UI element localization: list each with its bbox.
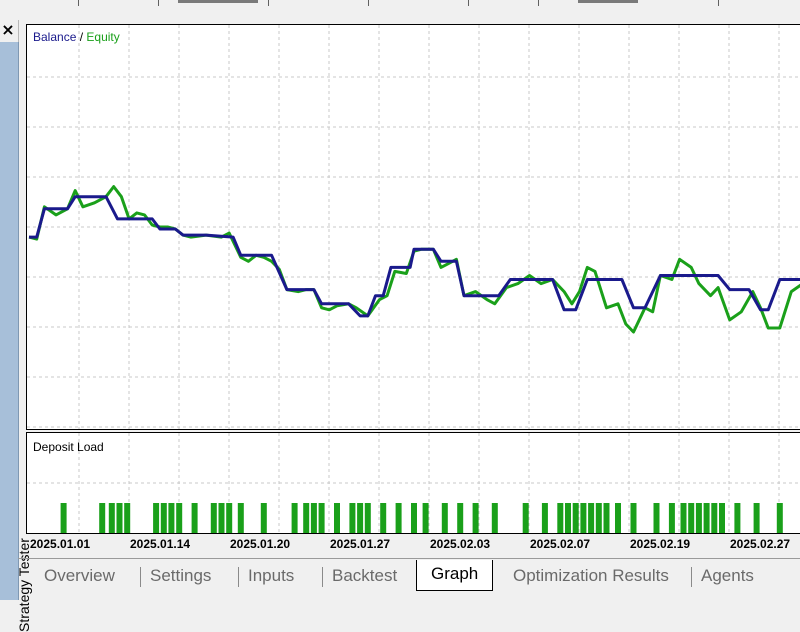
deposit-load-bar: [303, 503, 310, 533]
deposit-load-bar: [441, 503, 448, 533]
tab-optimization-results[interactable]: Optimization Results: [513, 563, 669, 589]
chart-legend: Balance / Equity: [33, 30, 120, 44]
x-tick-label: 2025.02.07: [530, 537, 591, 551]
deposit-load-bar: [237, 503, 244, 533]
tab-backtest[interactable]: Backtest: [332, 563, 397, 589]
deposit-load-bar: [541, 503, 548, 533]
deposit-load-bar: [334, 503, 340, 533]
deposit-load-bar: [630, 503, 637, 533]
tab-settings[interactable]: Settings: [150, 563, 211, 589]
x-tick-label: 2025.01.20: [230, 537, 291, 551]
x-tick-label: 2025.01.14: [130, 537, 191, 551]
x-tick-label: 2025.01.27: [330, 537, 391, 551]
tab-overview[interactable]: Overview: [44, 563, 115, 589]
top-tick: [718, 0, 719, 6]
deposit-load-bar: [116, 503, 123, 533]
tab-graph[interactable]: Graph: [416, 560, 494, 591]
tab-agents[interactable]: Agents: [701, 563, 754, 589]
deposit-load-bar: [711, 503, 718, 533]
deposit-load-bar: [588, 503, 595, 533]
deposit-load-bar: [349, 503, 356, 533]
top-decor-segment: [578, 0, 638, 3]
tab-separator: [691, 567, 692, 587]
deposit-load-bar: [680, 503, 687, 533]
top-tick: [368, 0, 369, 6]
deposit-load-bar: [318, 503, 325, 533]
deposit-load-bar: [153, 503, 160, 533]
deposit-load-bar: [60, 503, 67, 533]
tab-separator: [322, 567, 323, 587]
deposit-load-bar: [226, 503, 233, 533]
x-tick-label: 2025.02.19: [630, 537, 691, 551]
top-tick: [158, 0, 159, 6]
deposit-load-bar: [472, 503, 479, 533]
deposit-load-bar: [191, 503, 198, 533]
deposit-load-bar: [218, 503, 225, 533]
deposit-load-bar: [695, 503, 702, 533]
deposit-load-bar: [688, 503, 695, 533]
top-tick: [78, 0, 79, 6]
tab-separator: [140, 567, 141, 587]
deposit-load-bar: [395, 503, 402, 533]
close-icon[interactable]: ×: [0, 22, 16, 38]
x-tick-label: 2025.02.27: [730, 537, 791, 551]
deposit-load-bar: [357, 503, 364, 533]
deposit-load-bar: [580, 503, 587, 533]
deposit-load-bar: [719, 503, 725, 533]
legend-equity: Equity: [86, 30, 120, 44]
tester-tabs: Overview Settings Inputs Backtest Graph Optim…: [18, 558, 800, 593]
deposit-load-bar: [422, 503, 429, 533]
tab-inputs[interactable]: Inputs: [248, 563, 294, 589]
deposit-load-bar: [160, 503, 167, 533]
deposit-load-bar: [595, 503, 602, 533]
deposit-load-bar: [124, 503, 131, 533]
tab-separator: [238, 567, 239, 587]
deposit-load-bar: [99, 503, 106, 533]
deposit-load-bar: [210, 503, 217, 533]
deposit-load-bar: [615, 503, 621, 533]
deposit-load-label: Deposit Load: [33, 440, 104, 454]
deposit-load-bar: [291, 503, 298, 533]
deposit-load-bar: [653, 503, 660, 533]
top-tick: [468, 0, 469, 6]
main-chart-canvas: [27, 25, 800, 429]
deposit-load-bar: [572, 503, 579, 533]
deposit-load-bar: [776, 503, 783, 533]
deposit-load-bar: [168, 503, 175, 533]
deposit-load-bar: [565, 503, 571, 533]
deposit-load-bar: [364, 503, 371, 533]
side-strip: × Strategy Tester: [0, 0, 32, 632]
top-tick: [268, 0, 269, 6]
deposit-load-bar: [260, 503, 267, 533]
deposit-load-bar: [380, 503, 387, 533]
top-tick: [538, 0, 539, 6]
x-tick-label: 2025.01.01: [30, 537, 91, 551]
deposit-load-bar: [557, 503, 564, 533]
legend-separator: /: [79, 30, 84, 44]
deposit-load-bar: [491, 503, 498, 533]
x-axis: 2025.01.01 2025.01.14 2025.01.20 2025.01.27…: [26, 534, 800, 554]
deposit-load-bar: [108, 503, 115, 533]
deposit-load-bar: [603, 503, 610, 533]
deposit-load-bar: [457, 503, 464, 533]
x-tick-label: 2025.02.03: [430, 537, 491, 551]
equity-series-line: [28, 185, 800, 334]
deposit-load-bar: [176, 503, 183, 533]
deposit-load-bar: [734, 503, 741, 533]
panel-title-bar[interactable]: Strategy Tester: [0, 42, 32, 632]
deposit-load-bar: [668, 503, 675, 533]
deposit-chart-canvas: [27, 433, 800, 533]
deposit-load-bar: [310, 503, 317, 533]
deposit-load-chart[interactable]: Deposit Load: [26, 432, 800, 534]
deposit-load-bar: [522, 503, 529, 533]
balance-equity-chart[interactable]: Balance / Equity: [26, 24, 800, 430]
deposit-load-bar: [411, 503, 417, 533]
deposit-load-bar: [753, 503, 760, 533]
top-decor-segment: [178, 0, 258, 3]
legend-balance: Balance: [33, 30, 77, 44]
top-toolbar-remnant: [18, 0, 800, 20]
deposit-load-bar: [703, 503, 710, 533]
